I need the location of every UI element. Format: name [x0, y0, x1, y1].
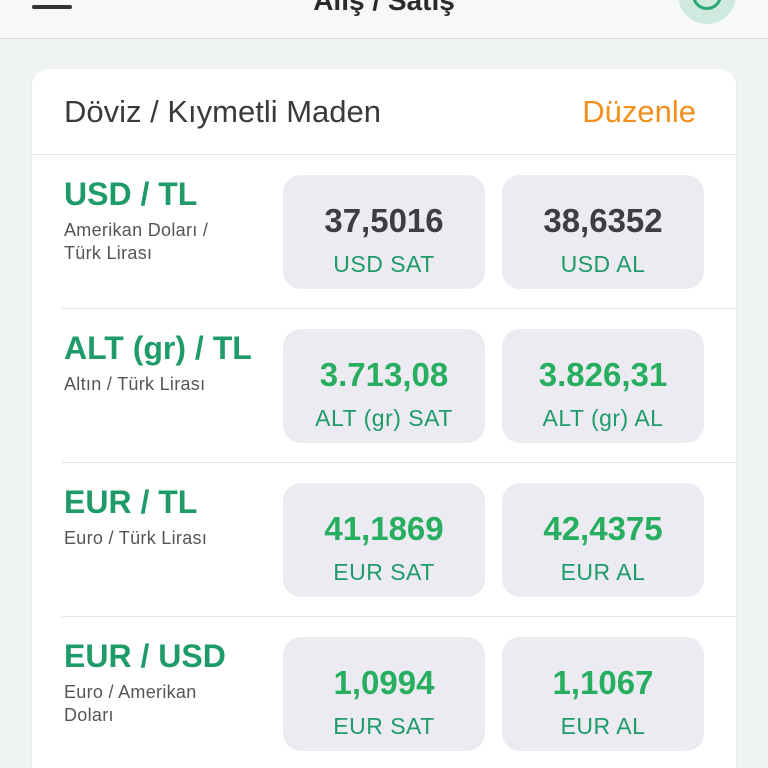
- pair-description: Amerikan Doları / Türk Lirası: [64, 220, 209, 263]
- sell-price-value: 41,1869: [324, 510, 444, 547]
- pair-label: EUR / USD: [64, 638, 226, 674]
- buy-price-button[interactable]: 1,1067 EUR AL: [502, 637, 704, 751]
- buy-price-label: ALT (gr) AL: [542, 405, 664, 431]
- buy-price-button[interactable]: 38,6352 USD AL: [502, 175, 704, 289]
- currency-card: Döviz / Kıymetli Maden Düzenle USD / TL …: [32, 69, 736, 768]
- sell-price-label: ALT (gr) SAT: [315, 405, 453, 431]
- edit-button[interactable]: Düzenle: [582, 95, 696, 129]
- card-title: Döviz / Kıymetli Maden: [64, 94, 381, 129]
- app-screen: Alış / Satış Döviz / Kıymetli Maden Düze…: [0, 0, 768, 768]
- sell-price-label: USD SAT: [333, 251, 435, 277]
- currency-row-alt-tl: ALT (gr) / TL Altın / Türk Lirası 3.713,…: [32, 309, 736, 463]
- sell-price-button[interactable]: 41,1869 EUR SAT: [283, 483, 485, 597]
- sell-price-value: 3.713,08: [319, 356, 449, 393]
- buy-price-value: 3.826,31: [538, 356, 668, 393]
- pair-label: ALT (gr) / TL: [64, 330, 252, 366]
- pair-description: Euro / Amerikan Doları: [64, 682, 197, 725]
- pair-label: EUR / TL: [64, 484, 198, 520]
- sell-price-button[interactable]: 37,5016 USD SAT: [283, 175, 485, 289]
- pair-description: Altın / Türk Lirası: [64, 374, 206, 394]
- sell-price-label: EUR SAT: [333, 713, 435, 739]
- buy-price-value: 1,1067: [552, 664, 654, 701]
- buy-price-button[interactable]: 3.826,31 ALT (gr) AL: [502, 329, 704, 443]
- currency-row-usd-tl: USD / TL Amerikan Doları / Türk Lirası 3…: [32, 155, 736, 309]
- currency-row-eur-tl: EUR / TL Euro / Türk Lirası 41,1869 EUR …: [32, 463, 736, 617]
- sell-price-label: EUR SAT: [333, 559, 435, 585]
- buy-price-label: EUR AL: [560, 713, 646, 739]
- top-navigation-bar: Alış / Satış: [0, 0, 768, 39]
- buy-price-button[interactable]: 42,4375 EUR AL: [502, 483, 704, 597]
- sell-price-button[interactable]: 3.713,08 ALT (gr) SAT: [283, 329, 485, 443]
- card-header: Döviz / Kıymetli Maden Düzenle: [32, 69, 736, 155]
- info-icon[interactable]: [678, 0, 736, 24]
- sell-price-value: 1,0994: [333, 664, 435, 701]
- page-title: Alış / Satış: [313, 0, 455, 16]
- sell-price-value: 37,5016: [324, 202, 444, 239]
- buy-price-value: 38,6352: [543, 202, 663, 239]
- sell-price-button[interactable]: 1,0994 EUR SAT: [283, 637, 485, 751]
- buy-price-label: USD AL: [560, 251, 646, 277]
- buy-price-label: EUR AL: [560, 559, 646, 585]
- pair-label: USD / TL: [64, 176, 198, 212]
- buy-price-value: 42,4375: [543, 510, 663, 547]
- pair-description: Euro / Türk Lirası: [64, 528, 208, 548]
- currency-row-eur-usd: EUR / USD Euro / Amerikan Doları 1,0994 …: [32, 617, 736, 768]
